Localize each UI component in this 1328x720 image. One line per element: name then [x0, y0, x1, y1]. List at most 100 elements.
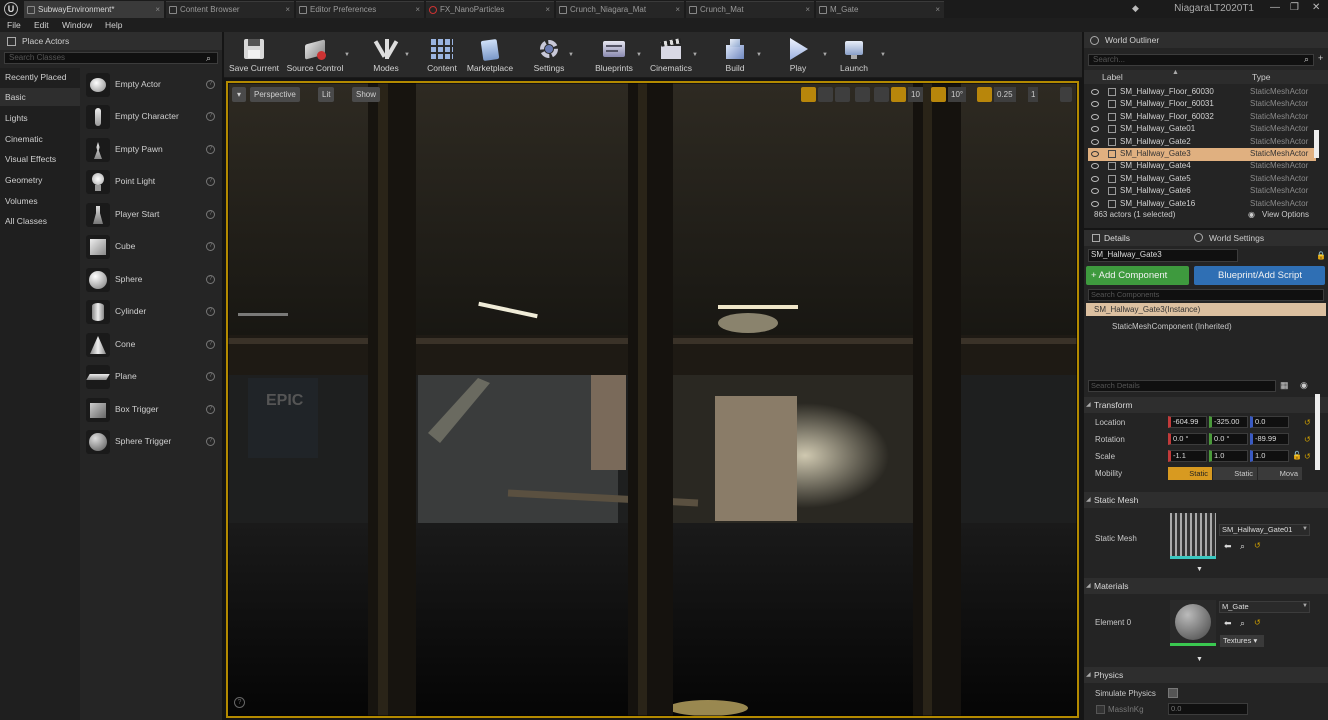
visibility-eye-icon[interactable]	[1091, 89, 1099, 95]
view-options-button[interactable]: View Options	[1262, 210, 1309, 219]
world-outliner-tab[interactable]: World Outliner	[1084, 32, 1328, 48]
menu-help[interactable]: Help	[105, 20, 122, 30]
tab-details[interactable]: Details	[1104, 233, 1130, 243]
visibility-eye-icon[interactable]	[1091, 200, 1099, 207]
chevron-down-icon[interactable]: ▼	[344, 52, 350, 58]
outliner-row[interactable]: SM_Hallway_Gate4 StaticMeshActor	[1088, 160, 1316, 173]
close-icon[interactable]: ×	[935, 2, 940, 18]
add-filter-icon[interactable]: +	[1318, 53, 1323, 63]
column-type[interactable]: Type	[1252, 72, 1270, 82]
marketplace-button[interactable]: Marketplace	[464, 32, 516, 78]
simulate-physics-checkbox[interactable]	[1168, 688, 1178, 698]
rotation-x-field[interactable]: 0.0 °	[1168, 433, 1207, 445]
browse-search-icon[interactable]: ⌕	[1240, 541, 1245, 552]
visibility-eye-icon[interactable]	[1091, 163, 1099, 170]
tab-m-gate[interactable]: M_Gate ×	[816, 1, 944, 18]
actor-item-plane[interactable]: Plane?	[84, 362, 218, 392]
maximize-icon[interactable]: ❐	[1290, 2, 1299, 13]
coordinate-system-icon[interactable]	[855, 87, 870, 102]
outliner-row[interactable]: SM_Hallway_Gate5 StaticMeshActor	[1088, 173, 1316, 186]
actor-item-empty-actor[interactable]: Empty Actor?	[84, 70, 218, 100]
actor-item-cone[interactable]: Cone?	[84, 330, 218, 360]
chevron-down-icon[interactable]: ▼	[404, 52, 410, 58]
reset-arrow-icon[interactable]: ↺	[1304, 418, 1311, 427]
outliner-row[interactable]: SM_Hallway_Gate01 StaticMeshActor	[1088, 123, 1316, 136]
help-icon[interactable]: ?	[206, 405, 215, 414]
scale-snap-value[interactable]: 0.25	[994, 87, 1016, 102]
category-all-classes[interactable]: All Classes	[0, 212, 80, 230]
rotation-label[interactable]: Rotation	[1095, 435, 1125, 444]
actor-name-field[interactable]: SM_Hallway_Gate3	[1088, 249, 1238, 262]
help-icon[interactable]: ?	[206, 210, 215, 219]
chevron-down-icon[interactable]: ▼	[880, 52, 886, 58]
launch-button[interactable]: Launch ▼	[830, 32, 886, 78]
lit-button[interactable]: Lit	[318, 87, 335, 102]
category-visual-effects[interactable]: Visual Effects	[0, 150, 80, 168]
category-lights[interactable]: Lights	[0, 109, 80, 127]
search-components-input[interactable]: Search Components	[1088, 289, 1324, 301]
unreal-logo-icon[interactable]: U	[4, 2, 18, 16]
rotate-tool-icon[interactable]	[818, 87, 833, 102]
save-current-button[interactable]: Save Current	[226, 32, 282, 78]
location-z-field[interactable]: 0.0	[1250, 416, 1289, 428]
scale-y-field[interactable]: 1.0	[1209, 450, 1248, 462]
reset-arrow-icon[interactable]: ↺	[1254, 541, 1261, 550]
use-selected-arrow-icon[interactable]: ⬅	[1224, 618, 1232, 629]
help-icon[interactable]: ?	[206, 372, 215, 381]
scale-z-field[interactable]: 1.0	[1250, 450, 1289, 462]
modes-button[interactable]: Modes ▼	[358, 32, 414, 78]
outliner-row[interactable]: SM_Hallway_Gate16 StaticMeshActor	[1088, 198, 1316, 211]
expand-arrow-icon[interactable]: ▼	[1196, 566, 1203, 573]
location-x-field[interactable]: -604.99	[1168, 416, 1207, 428]
actor-item-point-light[interactable]: Point Light?	[84, 167, 218, 197]
rotation-y-field[interactable]: 0.0 °	[1209, 433, 1248, 445]
show-button[interactable]: Show	[352, 87, 381, 102]
outliner-search-input[interactable]: Search...	[1088, 54, 1314, 66]
outliner-row[interactable]: SM_Hallway_Floor_60031 StaticMeshActor	[1088, 98, 1316, 111]
outliner-row[interactable]: SM_Hallway_Floor_60032 StaticMeshActor	[1088, 111, 1316, 124]
build-button[interactable]: Build ▼	[714, 32, 762, 78]
outliner-row[interactable]: SM_Hallway_Gate3 StaticMeshActor	[1088, 148, 1316, 161]
component-row[interactable]: StaticMeshComponent (Inherited)	[1112, 322, 1232, 331]
blueprints-button[interactable]: Blueprints ▼	[586, 32, 642, 78]
mobility-stationary-toggle[interactable]: Static	[1213, 467, 1257, 480]
static-mesh-section[interactable]: ◢ Static Mesh	[1084, 492, 1328, 508]
lock-scale-icon[interactable]: 🔓	[1292, 451, 1302, 460]
mass-checkbox[interactable]	[1096, 705, 1105, 714]
camera-speed-value[interactable]: 1	[1028, 87, 1039, 102]
use-selected-arrow-icon[interactable]: ⬅	[1224, 541, 1232, 552]
actor-item-player-start[interactable]: Player Start?	[84, 200, 218, 230]
category-basic[interactable]: Basic	[0, 88, 80, 106]
actor-item-cylinder[interactable]: Cylinder?	[84, 297, 218, 327]
menu-file[interactable]: File	[7, 20, 21, 30]
location-label[interactable]: Location	[1095, 418, 1125, 427]
outliner-scrollbar[interactable]	[1314, 130, 1319, 158]
tab-content-browser[interactable]: Content Browser ×	[166, 1, 294, 18]
actor-item-empty-pawn[interactable]: Empty Pawn?	[84, 135, 218, 165]
browse-search-icon[interactable]: ⌕	[1240, 618, 1245, 629]
visibility-eye-icon[interactable]	[1091, 175, 1099, 182]
chevron-down-icon[interactable]: ▼	[636, 52, 642, 58]
actor-item-sphere-trigger[interactable]: Sphere Trigger?	[84, 427, 218, 457]
visibility-eye-icon[interactable]	[1091, 126, 1099, 133]
transform-section[interactable]: ◢ Transform	[1084, 397, 1328, 413]
column-label[interactable]: Label	[1102, 72, 1123, 82]
close-window-icon[interactable]: ✕	[1312, 2, 1320, 13]
visibility-eye-icon[interactable]	[1091, 138, 1099, 145]
cinematics-button[interactable]: Cinematics ▼	[644, 32, 698, 78]
source-control-status-icon[interactable]: ◆	[1132, 3, 1139, 14]
actor-item-box-trigger[interactable]: Box Trigger?	[84, 395, 218, 425]
help-icon[interactable]: ?	[206, 177, 215, 186]
tab-fx-nanoparticles[interactable]: FX_NanoParticles ×	[426, 1, 554, 18]
add-component-button[interactable]: + Add Component	[1086, 266, 1189, 285]
tab-crunch-mat[interactable]: Crunch_Mat ×	[686, 1, 814, 18]
menu-window[interactable]: Window	[62, 20, 92, 30]
help-icon[interactable]: ?	[206, 307, 215, 316]
search-details-input[interactable]: Search Details	[1088, 380, 1276, 392]
close-icon[interactable]: ×	[285, 2, 290, 18]
viewport-options-button[interactable]: ▾	[232, 87, 246, 102]
mass-field[interactable]: 0.0	[1168, 703, 1248, 715]
source-control-button[interactable]: Source Control ▼	[284, 32, 350, 78]
translate-tool-icon[interactable]	[801, 87, 816, 102]
tab-crunch-niagara-mat[interactable]: Crunch_Niagara_Mat ×	[556, 1, 684, 18]
